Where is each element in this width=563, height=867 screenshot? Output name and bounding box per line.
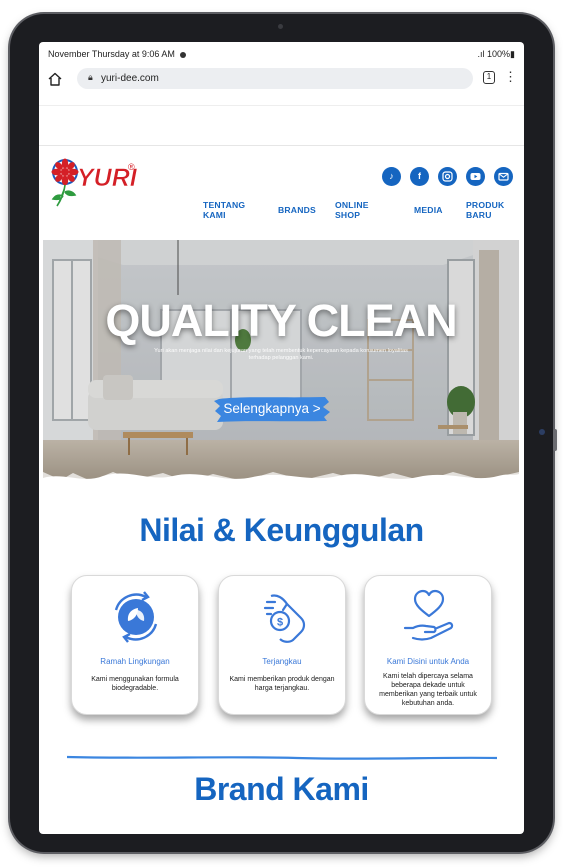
heart-hand-icon — [403, 589, 454, 641]
email-icon[interactable] — [494, 167, 513, 186]
value-card-desc: Kami menggunakan formula biodegradable. — [91, 676, 179, 692]
hero-title: QUALITY CLEAN — [105, 295, 457, 346]
nav-brands[interactable]: BRANDS — [278, 205, 322, 215]
value-card-affordable: $ Terjangkau Kami memberikan produk deng… — [218, 575, 346, 715]
hero-cta-button[interactable]: Selengkapnya > — [213, 395, 331, 423]
address-bar[interactable]: 🔒︎ yuri-dee.com — [77, 68, 473, 89]
brand-section-title: Brand Kami — [194, 771, 369, 807]
divider — [39, 145, 524, 146]
notification-icon — [180, 51, 187, 58]
value-card-eco: Ramah Lingkungan Kami menggunakan formul… — [71, 575, 199, 715]
screen: November Thursday at 9:06 AM .ıl 100%▮ 🔒… — [39, 42, 524, 834]
tiktok-icon[interactable]: ♪ — [382, 167, 401, 186]
value-card-desc: Kami telah dipercaya selama beberapa dek… — [379, 673, 477, 707]
status-datetime-text: November Thursday at 9:06 AM — [48, 49, 175, 59]
status-bar: November Thursday at 9:06 AM .ıl 100%▮ — [39, 42, 524, 62]
browser-toolbar: 🔒︎ yuri-dee.com 1 ⋮ — [39, 66, 524, 92]
browser-menu-icon[interactable]: ⋮ — [504, 70, 517, 86]
hero-cta-label: Selengkapnya > — [223, 401, 321, 416]
value-card-support: Kami Disini untuk Anda Kami telah diperc… — [364, 575, 492, 715]
values-section-title: Nilai & Keunggulan — [139, 512, 424, 548]
eco-leaf-icon — [114, 591, 158, 643]
facebook-icon[interactable]: f — [410, 167, 429, 186]
tab-switcher-button[interactable]: 1 — [483, 71, 495, 84]
logo-flower-icon — [51, 158, 79, 207]
instagram-icon[interactable] — [438, 167, 457, 186]
lock-icon: 🔒︎ — [88, 72, 93, 82]
nav-media[interactable]: MEDIA — [414, 205, 454, 215]
camera-icon — [278, 24, 283, 29]
nav-produk-baru[interactable]: PRODUK BARU — [466, 200, 514, 220]
nav-online-shop[interactable]: ONLINE SHOP — [335, 200, 379, 220]
svg-text:$: $ — [277, 617, 283, 629]
value-card-title: Kami Disini untuk Anda — [386, 657, 470, 666]
status-datetime: November Thursday at 9:06 AM — [48, 49, 187, 59]
status-battery: .ıl 100%▮ — [477, 49, 515, 59]
divider — [39, 105, 524, 106]
money-hand-icon: $ — [263, 594, 306, 643]
nav-tentang-kami[interactable]: TENTANG KAMI — [203, 200, 253, 220]
tablet-frame: November Thursday at 9:06 AM .ıl 100%▮ 🔒… — [10, 14, 557, 852]
registered-mark: ® — [128, 162, 135, 172]
home-icon[interactable] — [47, 71, 63, 87]
hero-banner: QUALITY CLEAN Yuri akan menjaga nilai da… — [43, 240, 519, 490]
value-card-title: Ramah Lingkungan — [100, 657, 170, 666]
url-text: yuri-dee.com — [101, 73, 159, 84]
hero-subtitle: Yuri akan menjaga nilai dan kejujuran ya… — [154, 348, 408, 361]
youtube-icon[interactable] — [466, 167, 485, 186]
value-card-desc: Kami memberikan produk dengan harga terj… — [229, 676, 335, 692]
yuri-logo[interactable]: YURI ® — [49, 154, 139, 214]
hero-background-image — [43, 240, 519, 490]
wave-divider — [67, 755, 497, 760]
sensor-dot — [539, 429, 545, 435]
value-card-title: Terjangkau — [262, 657, 302, 666]
side-button — [553, 429, 557, 451]
